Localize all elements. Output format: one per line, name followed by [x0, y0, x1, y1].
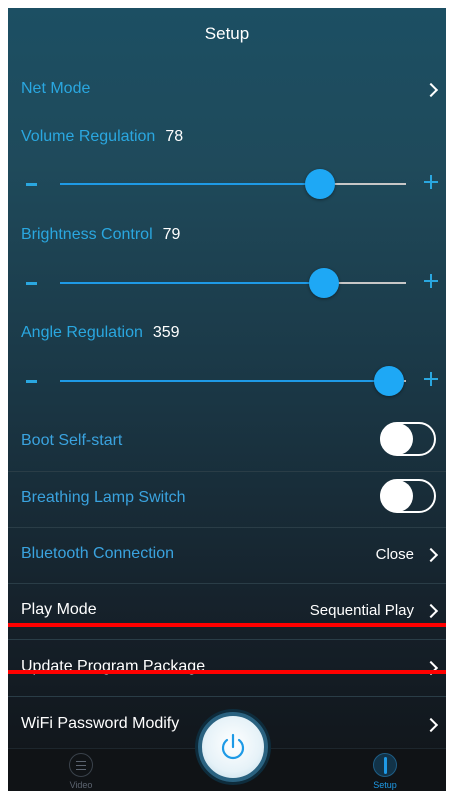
- minus-icon[interactable]: [26, 380, 37, 383]
- chevron-right-icon: [423, 717, 439, 733]
- divider: [8, 471, 446, 472]
- angle-regulation-row: Angle Regulation 359: [21, 324, 180, 342]
- tab-setup[interactable]: Setup: [355, 753, 415, 790]
- bluetooth-label: Bluetooth Connection: [21, 545, 174, 562]
- divider: [8, 696, 446, 697]
- boot-self-start-toggle[interactable]: [380, 422, 436, 456]
- slider-fill: [60, 183, 322, 185]
- volume-slider[interactable]: [8, 165, 446, 205]
- plus-icon[interactable]: [424, 372, 438, 386]
- wifi-label: WiFi Password Modify: [21, 715, 180, 732]
- power-button[interactable]: [198, 712, 268, 782]
- bluetooth-value: Close: [375, 546, 414, 563]
- slider-thumb[interactable]: [305, 169, 335, 199]
- setup-compass-icon: [373, 753, 397, 777]
- volume-value: 78: [165, 128, 184, 145]
- angle-value: 359: [152, 324, 180, 341]
- volume-regulation-row: Volume Regulation 78: [21, 128, 183, 146]
- play-mode-value: Sequential Play: [309, 602, 414, 619]
- divider: [8, 527, 446, 528]
- minus-icon[interactable]: [26, 282, 37, 285]
- brightness-label: Brightness Control: [21, 226, 153, 243]
- brightness-value: 79: [162, 226, 181, 243]
- net-mode-label: Net Mode: [21, 80, 91, 97]
- chevron-right-icon: [423, 82, 439, 98]
- video-list-icon: [69, 753, 93, 777]
- power-icon: [221, 733, 245, 760]
- breathing-lamp-toggle[interactable]: [380, 479, 436, 513]
- slider-thumb[interactable]: [374, 366, 404, 396]
- slider-thumb[interactable]: [309, 268, 339, 298]
- page-title: Setup: [204, 24, 250, 43]
- slider-fill: [60, 380, 390, 382]
- plus-icon[interactable]: [424, 175, 438, 189]
- tab-setup-label: Setup: [373, 780, 397, 790]
- toggle-knob: [381, 423, 413, 455]
- setup-screen: Setup Net Mode Volume Regulation 78 Brigh…: [8, 8, 446, 791]
- boot-self-start-label: Boot Self-start: [21, 432, 123, 449]
- angle-slider[interactable]: [8, 362, 446, 402]
- tab-video[interactable]: Video: [51, 753, 111, 790]
- play-mode-label: Play Mode: [21, 601, 97, 618]
- breathing-lamp-label: Breathing Lamp Switch: [21, 489, 186, 506]
- minus-icon[interactable]: [26, 183, 37, 186]
- plus-icon[interactable]: [424, 274, 438, 288]
- highlight-box: [8, 623, 446, 674]
- toggle-knob: [381, 480, 413, 512]
- brightness-slider[interactable]: [8, 264, 446, 304]
- chevron-right-icon: [423, 603, 439, 619]
- tab-video-label: Video: [69, 780, 93, 790]
- angle-label: Angle Regulation: [21, 324, 143, 341]
- chevron-right-icon: [423, 547, 439, 563]
- volume-label: Volume Regulation: [21, 128, 156, 145]
- brightness-control-row: Brightness Control 79: [21, 226, 180, 244]
- divider: [8, 583, 446, 584]
- slider-fill: [60, 282, 324, 284]
